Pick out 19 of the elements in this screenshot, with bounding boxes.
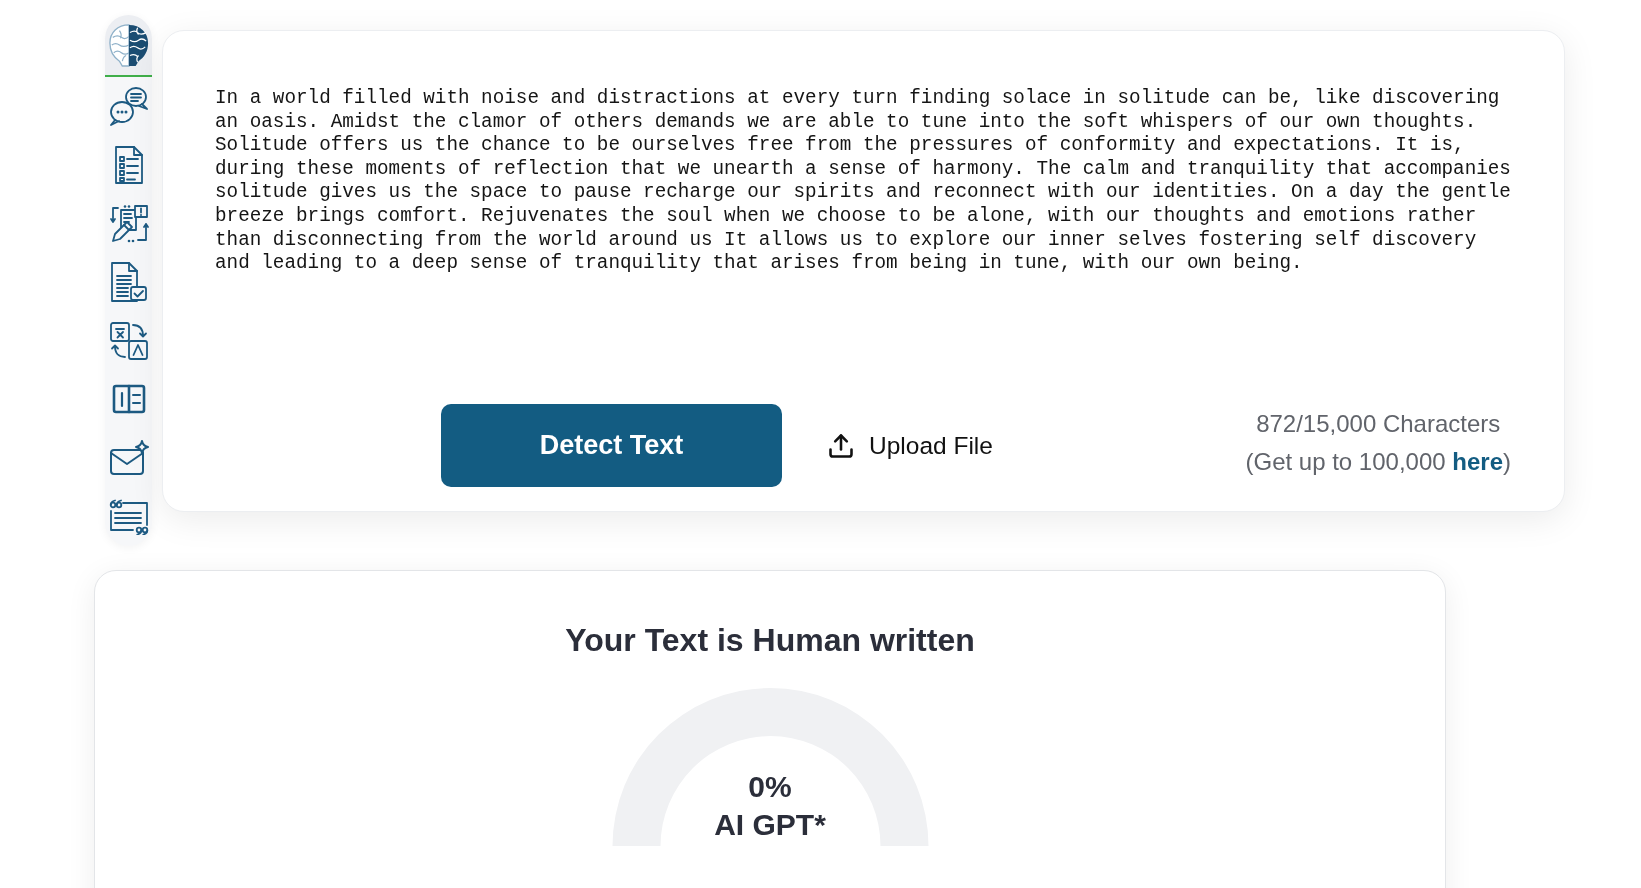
gauge-label: AI GPT* [714, 807, 826, 843]
character-count: 872/15,000 Characters [1256, 408, 1501, 439]
upgrade-link[interactable]: here [1452, 447, 1503, 475]
detect-text-button[interactable]: Detect Text [441, 404, 782, 487]
quote-lines-icon[interactable] [108, 498, 149, 535]
upgrade-note: (Get up to 100,000 here) [1245, 446, 1511, 477]
swap-boxes-icon[interactable] [108, 320, 149, 361]
text-input-field[interactable]: In a world filled with noise and distractions at every turn finding solace in solitude can be, like discovering an oasis. Amidst the clamor of others demands we are able to tune into the soft whispers of our own thoughts. Solitude offers us the chance to be ourselves free from the pressures of conformity and expectations. It is, during these moments of reflection that we unearth a sense of harmony. The calm and tranquility that accompanies solitude gives us the space to pause recharge our spirits and reconnect with our identities. On a day the gentle breeze brings comfort. Rejuvenates the soul when we choose to be alone, with our thoughts and emotions rather than disconnecting from the world around us It allows us to explore our inner selves fostering self discovery and leading to a deep sense of tranquility that arises from being in tune, with our own being. [215, 87, 1517, 385]
checklist-document-icon[interactable] [113, 144, 144, 185]
brain-logo[interactable] [107, 23, 150, 67]
board-pencil-icon[interactable] [108, 203, 149, 244]
result-title: Your Text is Human written [565, 621, 975, 659]
upload-icon [827, 431, 855, 460]
chat-bubbles-icon[interactable] [108, 86, 149, 127]
gauge-percentage: 0% [748, 769, 792, 805]
split-panel-icon[interactable] [111, 384, 146, 415]
mail-sparkle-icon[interactable] [108, 440, 149, 477]
upload-file-button[interactable]: Upload File [827, 431, 993, 460]
document-check-icon[interactable] [108, 261, 149, 304]
